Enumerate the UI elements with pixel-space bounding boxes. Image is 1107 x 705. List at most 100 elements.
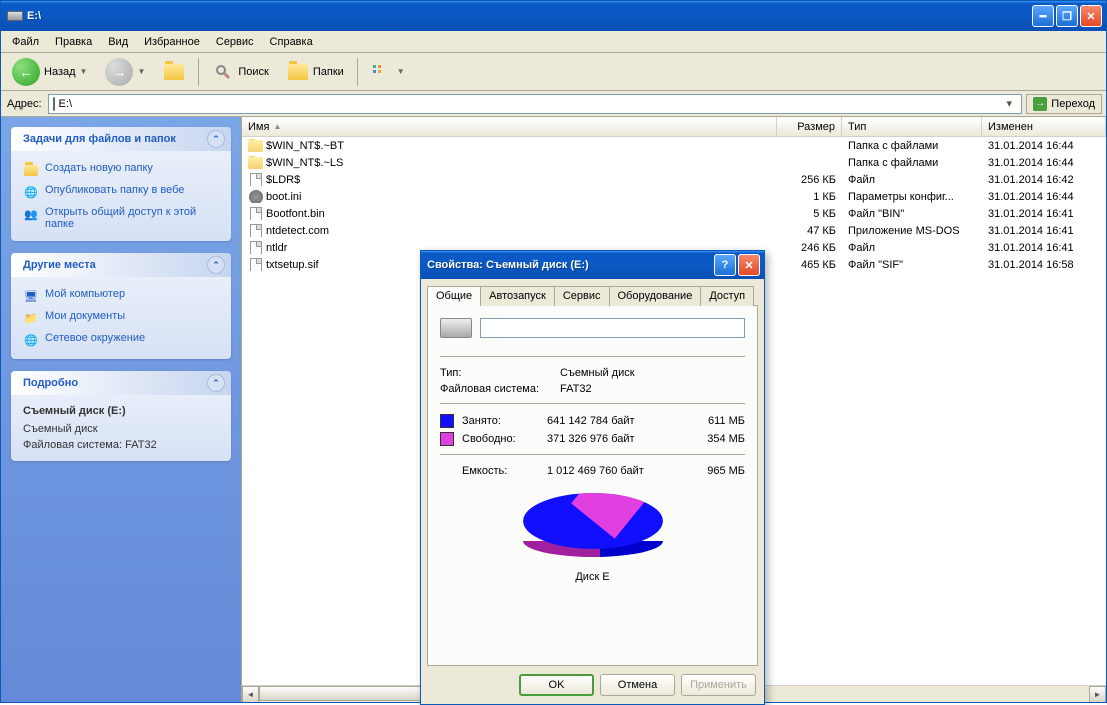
volume-label-input[interactable] [480, 318, 745, 338]
maximize-button[interactable]: ❐ [1056, 5, 1078, 27]
folders-button[interactable]: Папки [280, 57, 351, 87]
apply-button[interactable]: Применить [681, 674, 756, 696]
col-size[interactable]: Размер [777, 117, 842, 136]
address-field[interactable]: ▾ [48, 94, 1023, 114]
dialog-close-button[interactable]: ✕ [738, 254, 760, 276]
tab-general[interactable]: Общие [427, 286, 481, 306]
file-icon [248, 258, 263, 271]
menu-edit[interactable]: Правка [48, 34, 99, 50]
file-type: Приложение MS-DOS [842, 225, 982, 237]
go-button[interactable]: → Переход [1026, 94, 1102, 114]
dialog-tabs: Общие Автозапуск Сервис Оборудование Дос… [427, 285, 758, 305]
file-modified: 31.01.2014 16:41 [982, 225, 1106, 237]
type-value: Съемный диск [560, 367, 635, 379]
file-name: ntldr [266, 242, 287, 254]
file-row[interactable]: ntdetect.com47 КБПриложение MS-DOS31.01.… [242, 222, 1106, 239]
places-header[interactable]: Другие места ⌃ [11, 253, 231, 277]
ok-button[interactable]: OK [519, 674, 594, 696]
chevron-up-icon: ⌃ [207, 130, 225, 148]
globe-icon: 🌐 [23, 184, 39, 200]
file-size: 47 КБ [777, 225, 842, 237]
file-type: Файл [842, 242, 982, 254]
free-color-swatch [440, 432, 454, 446]
titlebar[interactable]: E:\ ━ ❐ ✕ [1, 1, 1106, 31]
file-row[interactable]: Bootfont.bin5 КБФайл "BIN"31.01.2014 16:… [242, 205, 1106, 222]
menu-tools[interactable]: Сервис [209, 34, 261, 50]
file-name: $WIN_NT$.~BT [266, 140, 344, 152]
drive-icon [7, 8, 23, 24]
chevron-down-icon: ▼ [397, 67, 405, 76]
back-label: Назад [44, 66, 76, 78]
tasks-title: Задачи для файлов и папок [23, 133, 176, 145]
address-dropdown[interactable]: ▾ [1001, 97, 1017, 110]
folder-icon [248, 139, 263, 152]
address-label: Адрес: [5, 98, 44, 110]
place-network[interactable]: 🌐Сетевое окружение [23, 329, 219, 351]
search-button[interactable]: Поиск [205, 57, 275, 87]
file-icon [248, 207, 263, 220]
tab-autorun[interactable]: Автозапуск [480, 286, 555, 306]
folder-icon [23, 162, 39, 178]
file-row[interactable]: boot.ini1 КБПараметры конфиг...31.01.201… [242, 188, 1106, 205]
free-label: Свободно: [462, 433, 547, 445]
computer-icon: 🖥 [23, 288, 39, 304]
file-name: Bootfont.bin [266, 208, 325, 220]
fs-value: FAT32 [560, 383, 592, 395]
details-header[interactable]: Подробно ⌃ [11, 371, 231, 395]
menu-file[interactable]: Файл [5, 34, 46, 50]
places-title: Другие места [23, 259, 96, 271]
properties-dialog: Свойства: Съемный диск (E:) ? ✕ Общие Ав… [420, 250, 765, 705]
dialog-titlebar[interactable]: Свойства: Съемный диск (E:) ? ✕ [421, 251, 764, 279]
close-button[interactable]: ✕ [1080, 5, 1102, 27]
file-row[interactable]: $LDR$256 КБФайл31.01.2014 16:42 [242, 171, 1106, 188]
col-name[interactable]: Имя ▲ [242, 117, 777, 136]
views-button[interactable]: ▼ [364, 57, 412, 87]
menu-help[interactable]: Справка [263, 34, 320, 50]
details-fs: Файловая система: FAT32 [23, 437, 219, 453]
minimize-button[interactable]: ━ [1032, 5, 1054, 27]
task-share[interactable]: 👥Открыть общий доступ к этой папке [23, 203, 219, 233]
addressbar: Адрес: ▾ → Переход [1, 91, 1106, 117]
task-publish[interactable]: 🌐Опубликовать папку в вебе [23, 181, 219, 203]
tab-sharing[interactable]: Доступ [700, 286, 754, 306]
menu-favorites[interactable]: Избранное [137, 34, 207, 50]
chevron-up-icon: ⌃ [207, 256, 225, 274]
menu-view[interactable]: Вид [101, 34, 135, 50]
file-name: txtsetup.sif [266, 259, 319, 271]
place-my-computer[interactable]: 🖥Мой компьютер [23, 285, 219, 307]
scroll-left-button[interactable]: ◄ [242, 686, 259, 703]
details-panel: Подробно ⌃ Съемный диск (E:) Съемный дис… [11, 371, 231, 461]
file-type: Файл [842, 174, 982, 186]
scroll-right-button[interactable]: ► [1089, 686, 1106, 703]
free-mb: 354 МБ [685, 433, 745, 445]
file-type: Файл "SIF" [842, 259, 982, 271]
sort-asc-icon: ▲ [273, 122, 281, 131]
up-button[interactable] [156, 57, 192, 87]
col-type[interactable]: Тип [842, 117, 982, 136]
file-row[interactable]: $WIN_NT$.~LS Папка с файлами31.01.2014 16… [242, 154, 1106, 171]
chart-label: Диск E [440, 565, 745, 583]
share-icon: 👥 [23, 206, 39, 222]
drive-icon [53, 98, 55, 110]
file-icon [248, 224, 263, 237]
file-type: Папка с файлами [842, 157, 982, 169]
file-row[interactable]: $WIN_NT$.~BTПапка с файлами31.01.2014 16… [242, 137, 1106, 154]
tasks-header[interactable]: Задачи для файлов и папок ⌃ [11, 127, 231, 151]
file-name: $WIN_NT$.~LS [266, 157, 343, 169]
file-modified: 31.01.2014 16:44 [982, 157, 1106, 169]
places-panel: Другие места ⌃ 🖥Мой компьютер 📁Мои докум… [11, 253, 231, 359]
col-modified[interactable]: Изменен [982, 117, 1106, 136]
tab-hardware[interactable]: Оборудование [609, 286, 702, 306]
file-size: 246 КБ [777, 242, 842, 254]
go-arrow-icon: → [1033, 97, 1047, 111]
file-modified: 31.01.2014 16:44 [982, 191, 1106, 203]
address-input[interactable] [59, 98, 998, 110]
back-button[interactable]: ← Назад ▼ [5, 57, 94, 87]
cancel-button[interactable]: Отмена [600, 674, 675, 696]
help-button[interactable]: ? [714, 254, 736, 276]
tab-tools[interactable]: Сервис [554, 286, 610, 306]
forward-button[interactable]: → ▼ [98, 57, 152, 87]
capacity-mb: 965 МБ [685, 465, 745, 477]
task-new-folder[interactable]: Создать новую папку [23, 159, 219, 181]
place-my-documents[interactable]: 📁Мои документы [23, 307, 219, 329]
